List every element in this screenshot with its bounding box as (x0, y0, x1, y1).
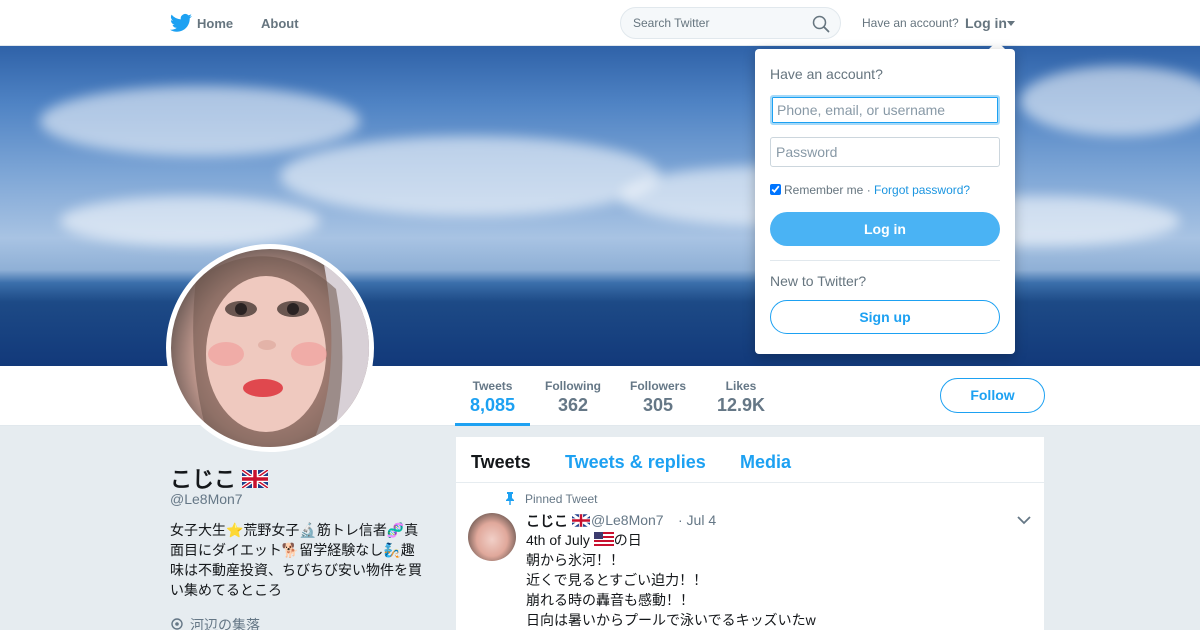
tweet-text: 4th of July の日 朝から氷河！！ 近くで見るとすごい迫力！！ 崩れる… (526, 530, 816, 630)
separator-dot: · (866, 183, 871, 197)
stat-label: Followers (630, 379, 687, 393)
pinned-tweet-label: Pinned Tweet (525, 492, 598, 506)
tweet-line-text: の日 (613, 532, 642, 548)
password-field[interactable] (770, 137, 1000, 167)
follow-button[interactable]: Follow (940, 378, 1045, 413)
active-stat-underline (455, 423, 530, 426)
stat-followers[interactable]: Followers 305 (630, 379, 686, 416)
search-icon[interactable] (812, 15, 830, 33)
banner-cloud (280, 136, 660, 216)
nav-home-link[interactable]: Home (197, 16, 233, 31)
search-input[interactable]: Search Twitter (620, 7, 841, 39)
banner-cloud (1020, 66, 1200, 136)
tweet-line: 近くで見るとすごい迫力！！ (526, 572, 708, 588)
top-navigation-bar: Home About Search Twitter Have an accoun… (0, 0, 1200, 46)
login-dropdown-toggle[interactable]: Log in (965, 15, 1007, 31)
profile-name-text: こじこ (170, 467, 237, 492)
tab-media[interactable]: Media (740, 452, 791, 473)
chevron-down-icon[interactable] (1007, 21, 1015, 26)
stat-label: Following (545, 379, 601, 393)
us-flag-icon (593, 532, 614, 546)
stat-value: 305 (642, 395, 674, 415)
new-to-twitter-label: New to Twitter? (770, 273, 867, 289)
profile-bio: 女子大生⭐荒野女子🔬筋トレ信者🧬真 面目にダイエット🐕留学経験なし🧞趣 味は不動… (170, 520, 432, 600)
profile-handle[interactable]: @Le8Mon7 (170, 491, 243, 507)
tweet-author-handle[interactable]: @Le8Mon7 (591, 512, 664, 528)
avatar-face-image (193, 249, 369, 447)
search-placeholder: Search Twitter (633, 16, 710, 30)
location-text: 河辺の集落 (190, 617, 260, 630)
remember-me-checkbox[interactable] (770, 184, 781, 195)
timeline: Tweets Tweets & replies Media Pinned Twe… (456, 437, 1044, 630)
tweet-line-text: 4th of July (526, 532, 590, 548)
nav-about-link[interactable]: About (261, 16, 299, 31)
tweet-avatar[interactable] (468, 513, 516, 561)
signup-button[interactable]: Sign up (770, 300, 1000, 334)
twitter-bird-icon[interactable] (170, 13, 192, 33)
tweet-author-name-text: こじこ (526, 513, 568, 529)
divider (770, 260, 1000, 261)
username-field[interactable] (770, 95, 1000, 125)
stat-label: Likes (725, 379, 757, 393)
tweet-date[interactable]: · Jul 4 (678, 512, 716, 528)
tab-tweets-and-replies[interactable]: Tweets & replies (565, 452, 706, 473)
profile-name: こじこ (170, 462, 269, 494)
divider (456, 482, 1044, 483)
banner-cloud (40, 86, 360, 156)
profile-location: 河辺の集落 (170, 615, 260, 630)
tweet-line: 日向は暑いからプールで泳いでるキッズいたw (526, 612, 816, 628)
stat-tweets[interactable]: Tweets 8,085 (470, 379, 515, 416)
stat-likes[interactable]: Likes 12.9K (717, 379, 765, 416)
tweet-line: 4th of July の日 (526, 530, 816, 550)
tweet-line: 朝から氷河！！ (526, 552, 624, 568)
bio-line: 女子大生⭐荒野女子🔬筋トレ信者🧬真 (170, 522, 419, 538)
forgot-password-link[interactable]: Forgot password? (874, 183, 970, 197)
stat-label: Tweets (472, 379, 513, 393)
dropdown-title: Have an account? (770, 66, 883, 82)
stat-value: 362 (557, 395, 589, 415)
have-account-text: Have an account? (862, 16, 959, 30)
profile-avatar[interactable] (166, 244, 374, 452)
remember-row: Remember me · Forgot password? (770, 183, 970, 197)
pin-icon (506, 492, 514, 505)
login-button[interactable]: Log in (770, 212, 1000, 246)
remember-me-label[interactable]: Remember me (784, 183, 863, 197)
uk-flag-icon (571, 514, 590, 527)
bio-line: 味は不動産投資、ちびちび安い物件を買 (170, 562, 422, 578)
tweet-line: 崩れる時の轟音も感動！！ (526, 592, 694, 608)
login-dropdown: Have an account? Remember me · Forgot pa… (755, 49, 1015, 354)
banner-cloud (60, 196, 320, 246)
stat-value: 12.9K (717, 395, 766, 415)
bio-line: 面目にダイエット🐕留学経験なし🧞趣 (170, 542, 415, 558)
tab-tweets[interactable]: Tweets (471, 452, 531, 473)
tweet-author-name[interactable]: こじこ (526, 511, 590, 531)
chevron-down-icon[interactable] (1017, 515, 1031, 525)
stat-following[interactable]: Following 362 (545, 379, 601, 416)
stat-value: 8,085 (470, 395, 516, 415)
bio-line: い集めてるところ (170, 582, 282, 598)
uk-flag-icon (242, 470, 269, 488)
location-pin-icon (171, 618, 183, 630)
